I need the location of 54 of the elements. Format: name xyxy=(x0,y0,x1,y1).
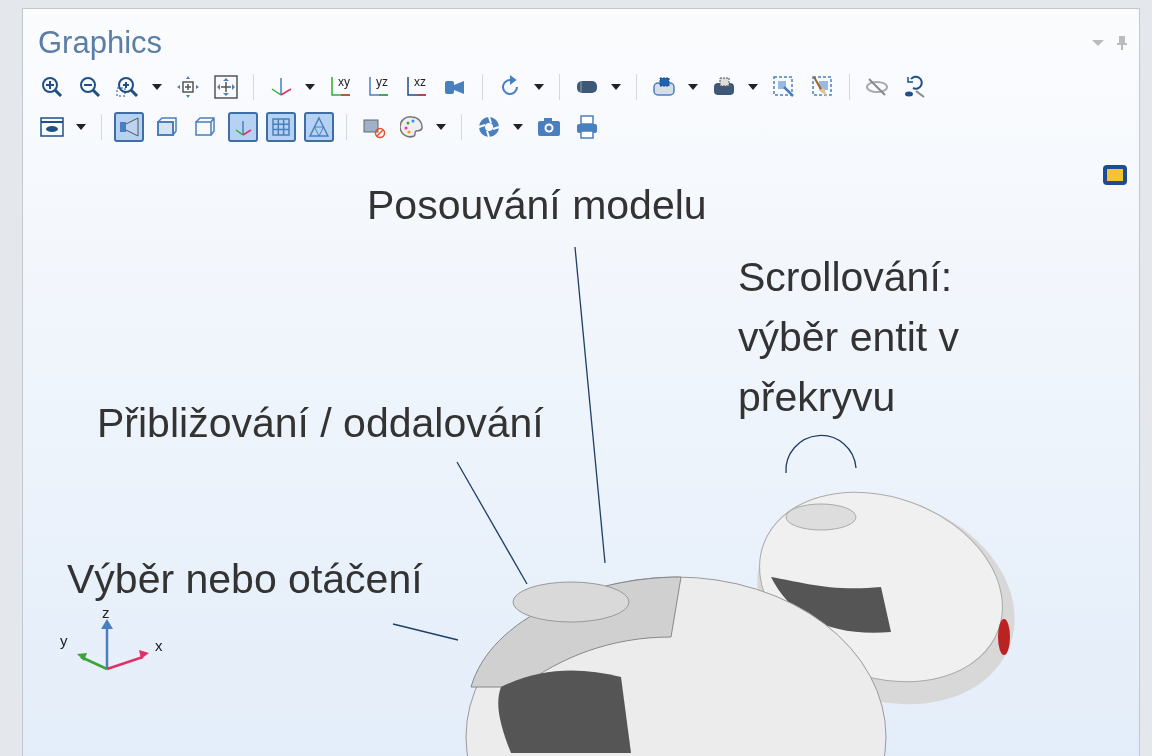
annotation-label: Výběr nebo otáčení xyxy=(67,557,423,601)
caret-icon xyxy=(611,84,621,90)
zoom-box-icon xyxy=(116,75,140,99)
grid-button[interactable] xyxy=(266,112,296,142)
axis-label: z xyxy=(102,605,110,621)
broom-icon xyxy=(810,75,834,99)
caret-icon xyxy=(152,84,162,90)
zoom-out-icon xyxy=(78,75,102,99)
mesh-button[interactable] xyxy=(304,112,334,142)
camera-icon xyxy=(537,115,561,139)
undo-eye-icon xyxy=(903,75,927,99)
axis-label: x xyxy=(155,636,163,656)
panel-title: Graphics xyxy=(38,23,163,62)
annotation-label: Posouvání modelu xyxy=(367,183,707,227)
plane-axes-icon xyxy=(329,75,353,99)
printer-icon xyxy=(575,115,599,139)
perspective-button[interactable] xyxy=(114,112,144,142)
perspective-icon xyxy=(117,115,141,139)
pin-icon xyxy=(1117,36,1127,50)
wireframe-box-icon xyxy=(193,115,217,139)
zoom-extents-button[interactable] xyxy=(211,72,241,102)
caret-icon xyxy=(436,124,446,130)
annotation-label: Scrollování: výběr entit v překryvu xyxy=(738,253,960,422)
caret-icon xyxy=(748,84,758,90)
scroll-arc xyxy=(785,434,857,474)
plane-axes-icon xyxy=(405,75,429,99)
show-axes-button[interactable] xyxy=(228,112,258,142)
window-icon[interactable] xyxy=(1103,165,1127,185)
xz-view-button[interactable]: xz xyxy=(402,72,432,102)
zoom-extents-icon xyxy=(214,75,238,99)
caret-icon xyxy=(76,124,86,130)
aperture-icon xyxy=(477,115,501,139)
axis-label: y xyxy=(60,631,68,651)
grid-icon xyxy=(269,115,293,139)
move-icon xyxy=(176,75,200,99)
plane-axes-icon xyxy=(367,75,391,99)
axis-triad-drawing xyxy=(77,619,149,671)
palette-icon xyxy=(400,115,424,139)
caret-icon xyxy=(1092,40,1104,46)
leader-line xyxy=(392,623,459,641)
box-icon xyxy=(155,115,179,139)
selection-box-icon xyxy=(652,75,676,99)
xy-view-button[interactable]: xy xyxy=(326,72,356,102)
caret-icon xyxy=(688,84,698,90)
caret-icon xyxy=(534,84,544,90)
yz-view-button[interactable]: yz xyxy=(364,72,394,102)
caret-icon xyxy=(305,84,315,90)
box-select-icon xyxy=(772,75,796,99)
eye-window-icon xyxy=(40,115,64,139)
axes-icon xyxy=(269,75,293,99)
annotation-label: Přibližování / oddalování xyxy=(97,401,544,445)
mesh-icon xyxy=(307,115,331,139)
zoom-in-icon xyxy=(40,75,64,99)
caret-icon xyxy=(513,124,523,130)
